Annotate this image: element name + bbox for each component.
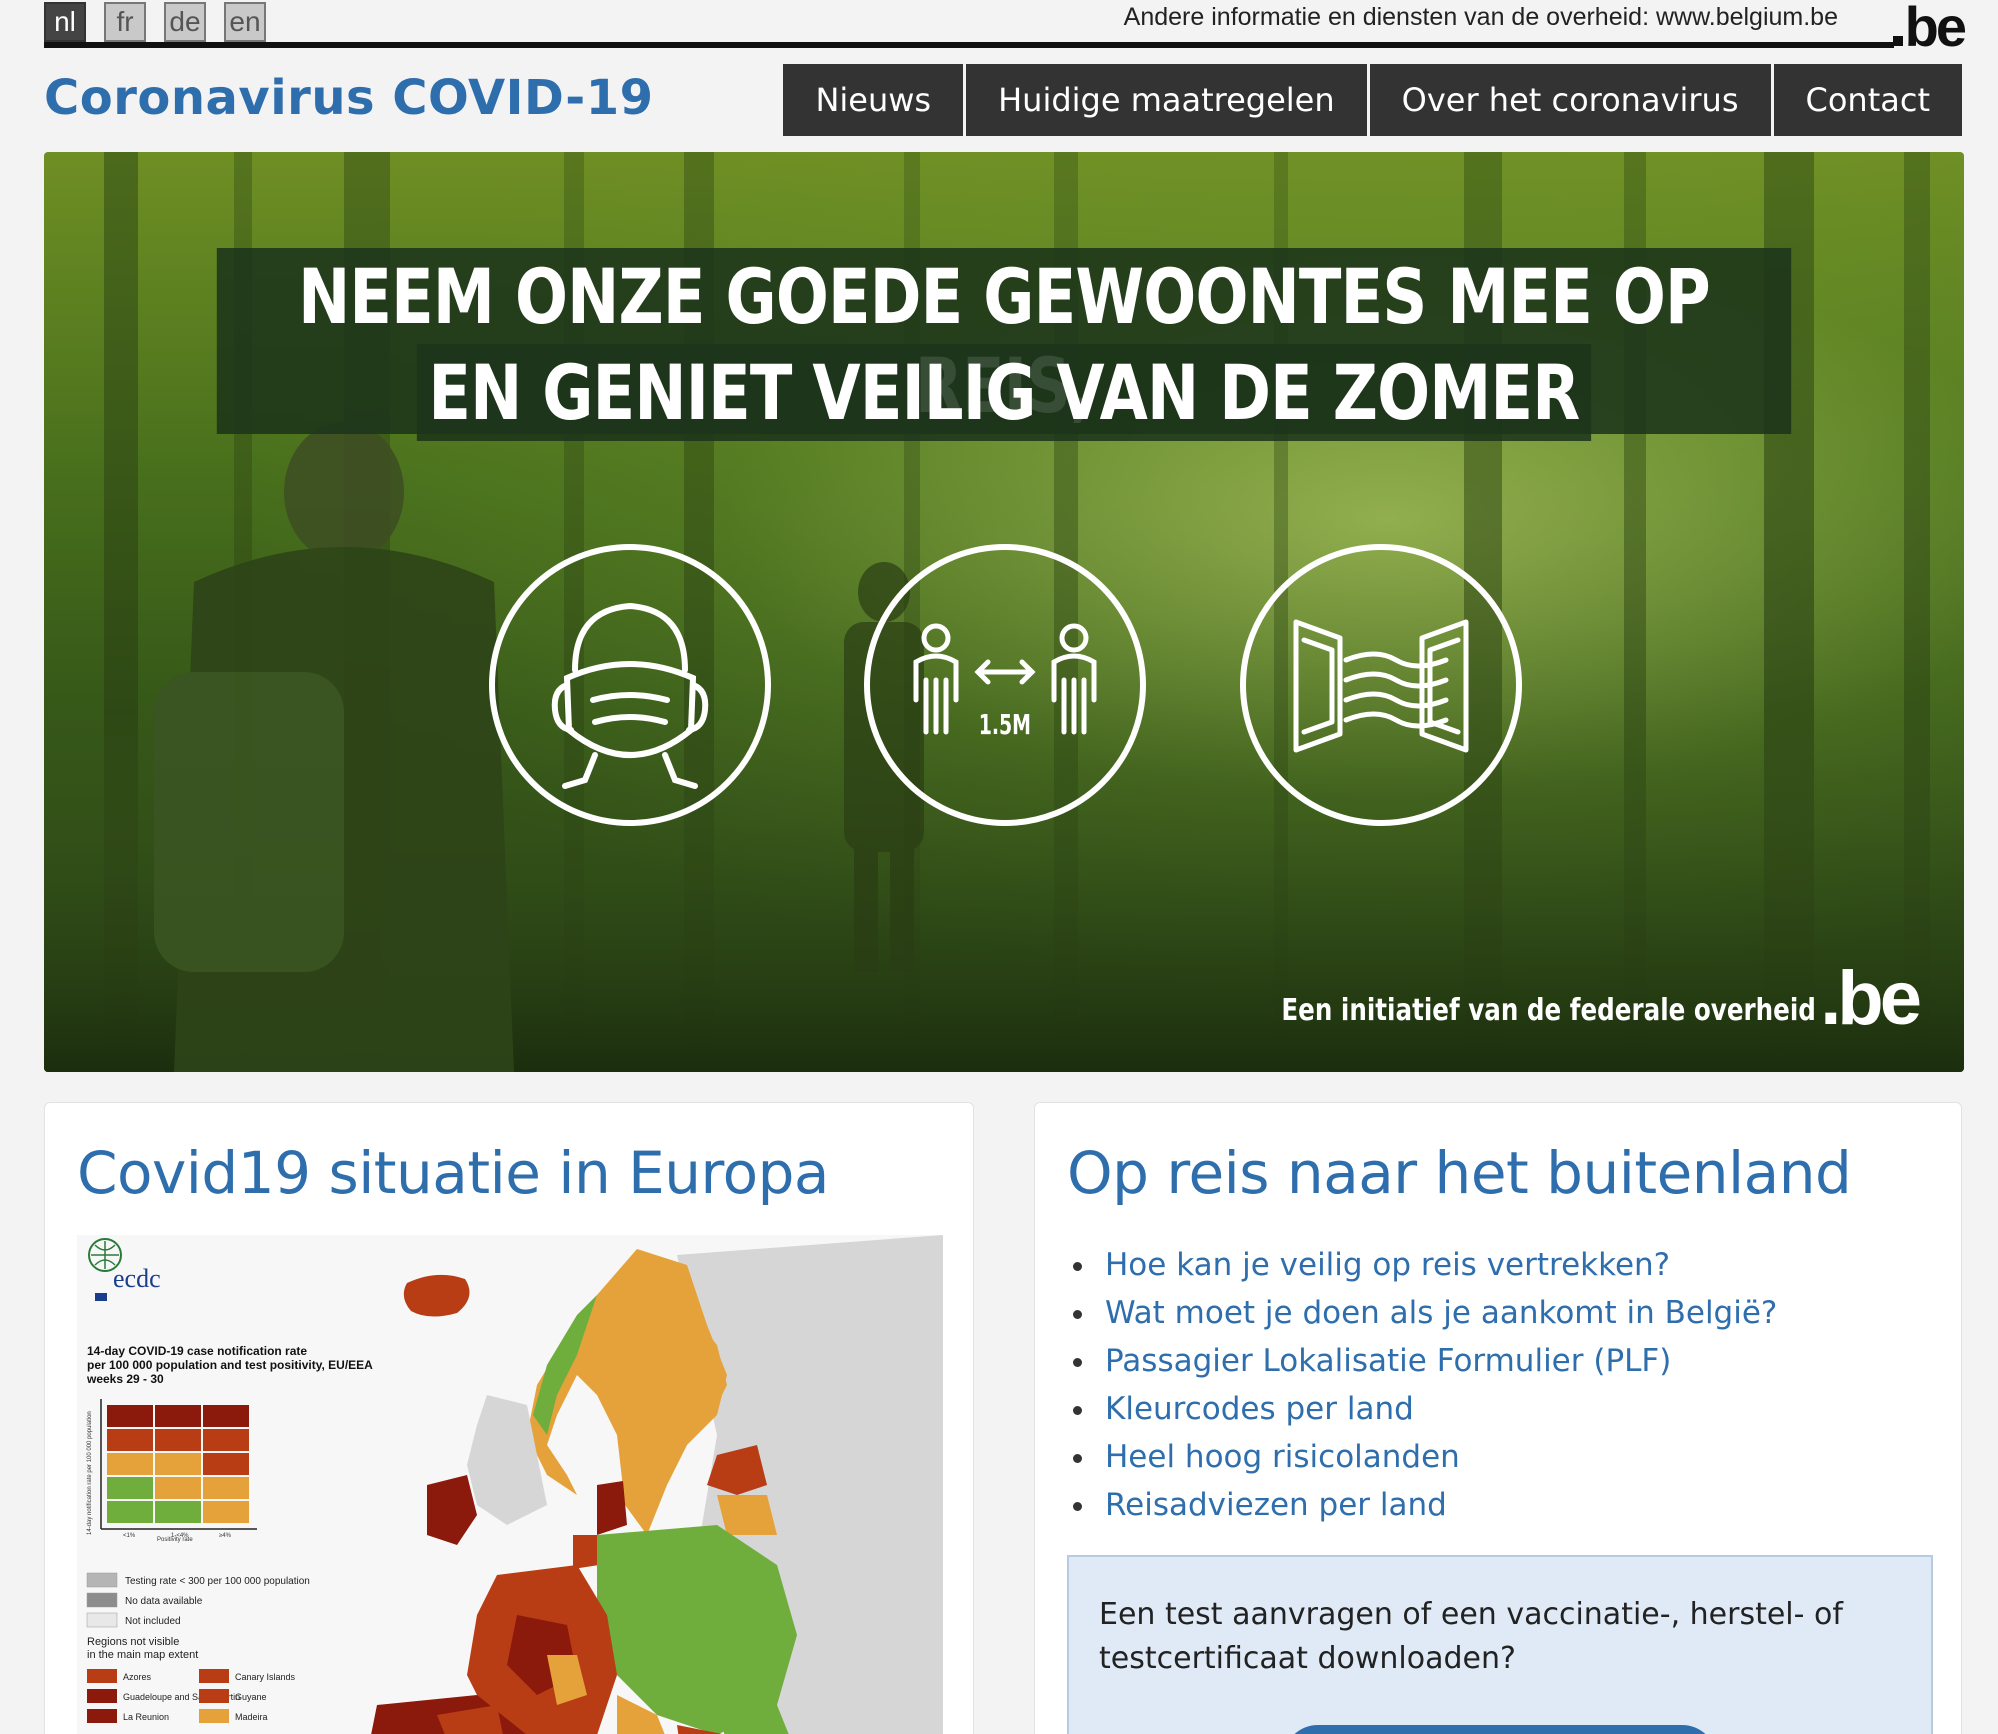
hero-headline-line2-wrap: EN GENIET VEILIG VAN DE ZOMER	[44, 344, 1964, 441]
legend-matrix-cell	[107, 1477, 153, 1499]
travel-abroad-card: Op reis naar het buitenland Hoe kan je v…	[1034, 1102, 1962, 1734]
main-nav: Nieuws Huidige maatregelen Over het coro…	[780, 64, 1962, 136]
travel-card-title[interactable]: Op reis naar het buitenland	[1067, 1139, 1852, 1207]
legend-matrix	[100, 1399, 257, 1530]
lang-de[interactable]: de	[164, 2, 206, 42]
region-label: Canary Islands	[235, 1672, 296, 1682]
lang-fr[interactable]: fr	[104, 2, 146, 42]
legend-matrix-cell	[203, 1429, 249, 1451]
region-label: Azores	[123, 1672, 152, 1682]
info-box-text: Een test aanvragen of een vaccinatie-, h…	[1099, 1597, 1843, 1676]
region-label: Madeira	[235, 1712, 268, 1722]
legend-label: Testing rate < 300 per 100 000 populatio…	[125, 1576, 310, 1587]
legend-label: No data available	[125, 1596, 203, 1607]
region-swatch	[87, 1669, 117, 1683]
link-aankomst-belgie[interactable]: Wat moet je doen als je aankomt in Belgi…	[1105, 1295, 1777, 1331]
map-y-axis-label: 14-day notification rate per 100 000 pop…	[87, 1411, 93, 1535]
initiative-be-logo: .be	[1820, 956, 1922, 1041]
distance-label: 1.5M	[978, 708, 1031, 741]
map-title-line3: weeks 29 - 30	[86, 1372, 164, 1386]
regions-note-line2: in the main map extent	[87, 1649, 198, 1661]
nav-contact[interactable]: Contact	[1773, 64, 1962, 136]
region-swatch	[87, 1689, 117, 1703]
denmark	[597, 1481, 627, 1535]
link-heel-hoog-risicolanden[interactable]: Heel hoog risicolanden	[1105, 1439, 1460, 1475]
legend-matrix-cell	[107, 1429, 153, 1451]
legend-x-tick: <1%	[123, 1533, 136, 1539]
ecdc-logo-text: ecdc	[113, 1264, 161, 1293]
initiative-text: Een initiatief van de federale overheid	[1281, 993, 1817, 1028]
europe-situation-card: Covid19 situatie in Europa ecdc 14-day C…	[44, 1102, 974, 1734]
region-swatch	[87, 1709, 117, 1723]
link-veilig-op-reis[interactable]: Hoe kan je veilig op reis vertrekken?	[1105, 1247, 1670, 1283]
top-bar-rule	[44, 42, 1894, 48]
region-swatch	[199, 1709, 229, 1723]
legend-matrix-cell	[203, 1405, 249, 1427]
lang-nl[interactable]: nl	[44, 2, 86, 42]
hero-headline-line2: EN GENIET VEILIG VAN DE ZOMER	[416, 344, 1592, 441]
link-reisadviezen[interactable]: Reisadviezen per land	[1105, 1487, 1447, 1523]
ecdc-europe-map[interactable]: ecdc 14-day COVID-19 case notification r…	[77, 1235, 943, 1734]
federal-initiative-logo: Een initiatief van de federale overheid …	[1164, 956, 1922, 1041]
europe-card-title[interactable]: Covid19 situatie in Europa	[77, 1139, 829, 1207]
legend-matrix-cell	[155, 1405, 201, 1427]
ireland	[427, 1475, 477, 1545]
region-label: La Reunion	[123, 1712, 169, 1722]
list-item: Wat moet je doen als je aankomt in Belgi…	[1067, 1289, 1777, 1337]
face-mask-icon	[489, 544, 771, 826]
list-item: Kleurcodes per land	[1067, 1385, 1777, 1433]
legend-swatch	[86, 1592, 118, 1608]
legend-label: Not included	[125, 1616, 181, 1627]
travel-links-list: Hoe kan je veilig op reis vertrekken? Wa…	[1067, 1241, 1777, 1529]
legend-x-tick: ≥4%	[219, 1533, 232, 1539]
hiker-figure	[154, 422, 514, 1072]
site-title[interactable]: Coronavirus COVID-19	[44, 70, 653, 126]
nav-huidige-maatregelen[interactable]: Huidige maatregelen	[966, 64, 1367, 136]
hero-banner[interactable]: NEEM ONZE GOEDE GEWOONTES MEE OP REIS, E…	[44, 152, 1964, 1072]
legend-matrix-cell	[107, 1501, 153, 1523]
region-swatch	[199, 1669, 229, 1683]
legend-swatch	[86, 1572, 118, 1588]
map-title-line1: 14-day COVID-19 case notification rate	[87, 1344, 307, 1358]
legend-matrix-cell	[155, 1477, 201, 1499]
nav-over-het-coronavirus[interactable]: Over het coronavirus	[1369, 64, 1771, 136]
list-item: Passagier Lokalisatie Formulier (PLF)	[1067, 1337, 1777, 1385]
legend-matrix-cell	[203, 1477, 249, 1499]
ventilation-window-icon	[1240, 544, 1522, 826]
legend-matrix-cell	[155, 1501, 201, 1523]
belgium-be-link[interactable]: Andere informatie en diensten van de ove…	[1124, 0, 1838, 34]
top-bar: nl fr de en Andere informatie en dienste…	[44, 0, 1967, 55]
list-item: Heel hoog risicolanden	[1067, 1433, 1777, 1481]
lang-en[interactable]: en	[224, 2, 266, 42]
distance-icon: 1.5M	[864, 544, 1146, 826]
legend-matrix-cell	[107, 1405, 153, 1427]
legend-matrix-cell	[155, 1429, 201, 1451]
map-title-line2: per 100 000 population and test positivi…	[87, 1358, 373, 1372]
link-kleurcodes[interactable]: Kleurcodes per land	[1105, 1391, 1414, 1427]
legend-matrix-cell	[107, 1453, 153, 1475]
list-item: Reisadviezen per land	[1067, 1481, 1777, 1529]
region-swatch	[199, 1689, 229, 1703]
legend-matrix-cell	[203, 1453, 249, 1475]
netherlands	[573, 1535, 599, 1569]
region-label: Guyane	[235, 1692, 267, 1702]
belgium-be-logo[interactable]: be	[1892, 0, 1967, 55]
list-item: Hoe kan je veilig op reis vertrekken?	[1067, 1241, 1777, 1289]
test-certificate-info-box: Een test aanvragen of een vaccinatie-, h…	[1067, 1555, 1933, 1734]
regions-note-line1: Regions not visible	[87, 1636, 179, 1648]
iceland	[403, 1274, 470, 1317]
legend-matrix-cell	[155, 1453, 201, 1475]
legend-swatch	[86, 1612, 118, 1628]
link-plf[interactable]: Passagier Lokalisatie Formulier (PLF)	[1105, 1343, 1671, 1379]
legend-matrix-cell	[203, 1501, 249, 1523]
nav-nieuws[interactable]: Nieuws	[783, 64, 964, 136]
legend-x-tick: 1-<4%	[171, 1533, 189, 1539]
info-box-button[interactable]	[1283, 1725, 1717, 1734]
